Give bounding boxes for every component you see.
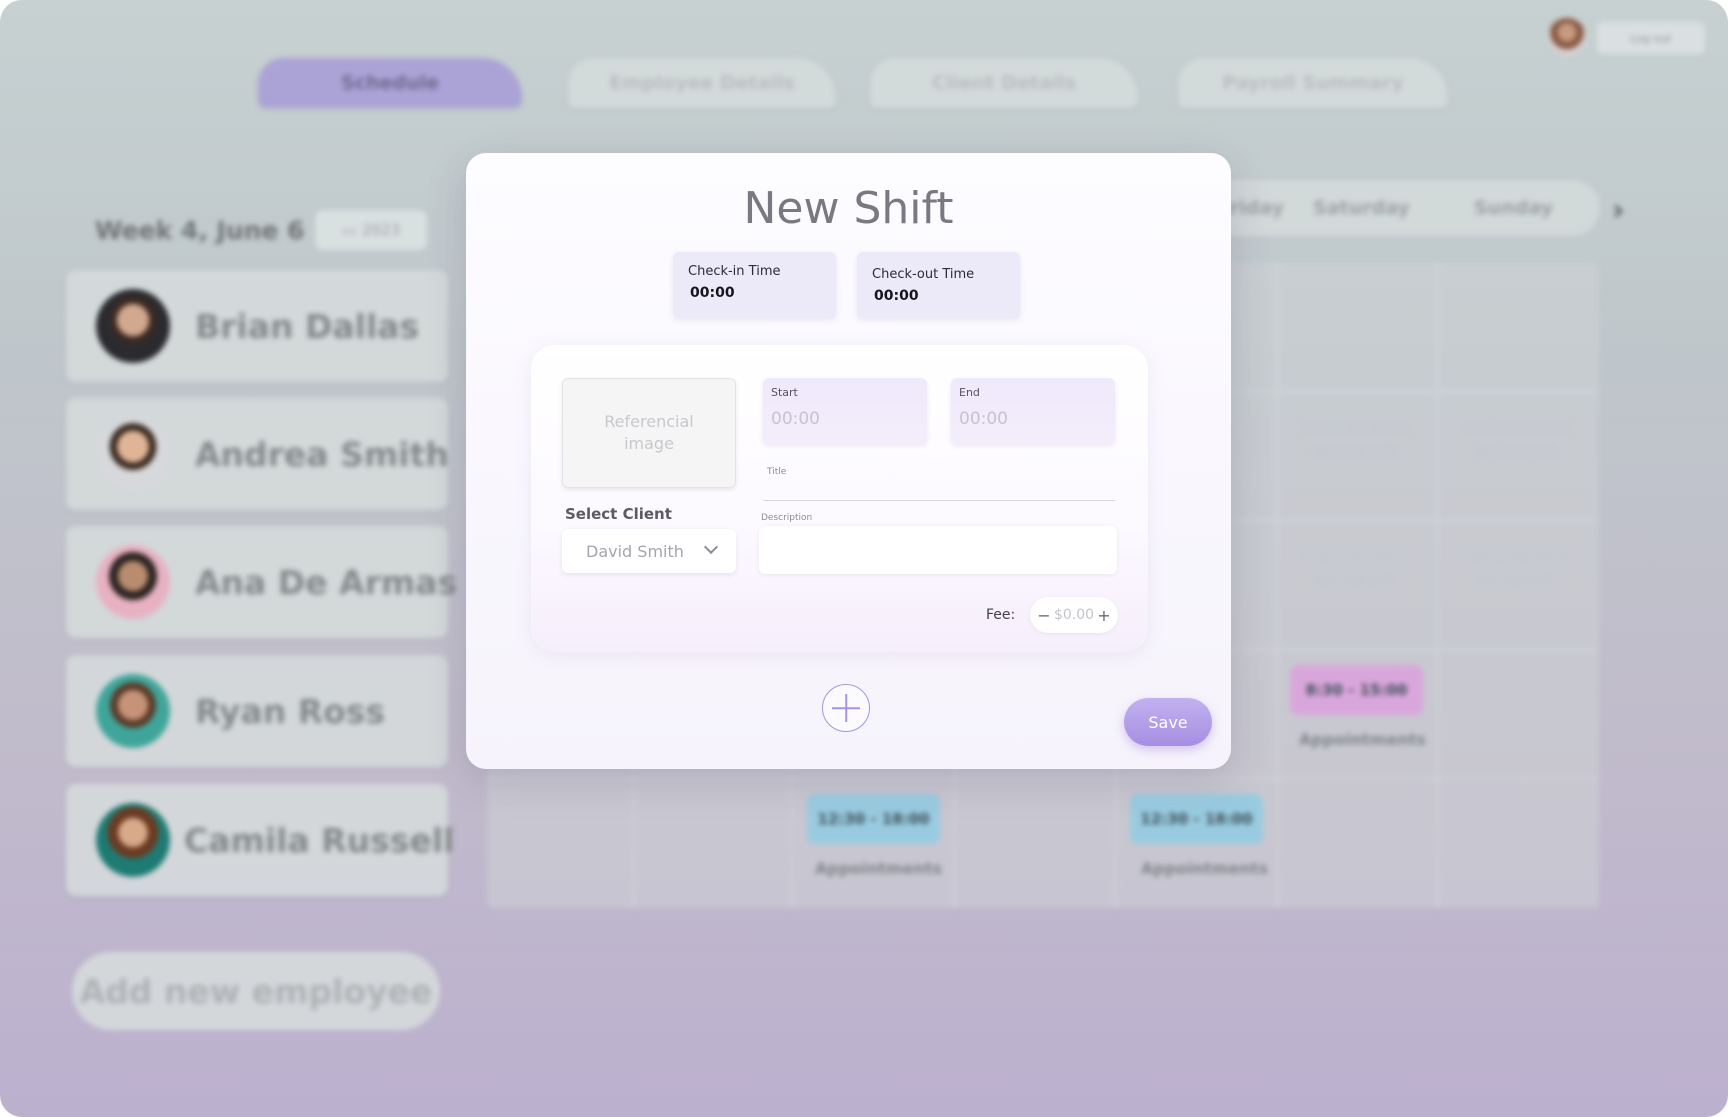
title-label: Title (767, 467, 787, 477)
employee-name: Ana De Armas (195, 562, 458, 602)
avatar (96, 417, 170, 491)
avatar (96, 674, 170, 748)
week-label: Week 4, June 6 (95, 216, 305, 245)
employee-card[interactable]: Andrea Smith (66, 398, 449, 510)
reference-image-upload[interactable]: Referencial image (562, 378, 736, 488)
shift-label: Appointments (1299, 730, 1426, 749)
year-value: 2023 (362, 221, 401, 239)
shift-block[interactable]: 8:30 - 15:00 (1290, 665, 1423, 715)
start-value: 00:00 (771, 409, 820, 429)
tab-employee-details[interactable]: Employee Details (568, 58, 836, 108)
grid-line (1437, 262, 1438, 908)
fee-stepper: − $0.00 + (1030, 597, 1118, 633)
description-label: Description (761, 513, 813, 523)
employee-card[interactable]: Camila Russell (66, 784, 454, 896)
avatar (96, 803, 170, 877)
fee-value[interactable]: $0.00 (1054, 607, 1094, 623)
check-out-label: Check-out Time (872, 267, 975, 282)
check-in-time-field[interactable]: Check-in Time 00:00 (673, 252, 836, 318)
avatar (96, 545, 170, 619)
employee-name: Andrea Smith (195, 434, 449, 474)
end-label: End (959, 386, 980, 399)
day-sunday: Sunday (1474, 197, 1553, 219)
start-time-field[interactable]: Start 00:00 (763, 378, 927, 444)
chevron-right-icon[interactable]: › (1612, 193, 1624, 228)
selected-client: David Smith (586, 541, 684, 561)
add-shift-icon[interactable] (822, 684, 870, 732)
plus-icon[interactable]: + (1096, 606, 1112, 625)
client-select[interactable]: David Smith (562, 529, 736, 573)
chevron-down-icon (703, 539, 719, 555)
tab-client-details[interactable]: Client Details (870, 58, 1138, 108)
new-shift-modal: New Shift Check-in Time 00:00 Check-out … (466, 153, 1231, 769)
cell-hint[interactable]: Click in the box to add new shift (1300, 546, 1410, 592)
check-in-label: Check-in Time (688, 264, 781, 279)
cell-hint[interactable]: Click in the box to add new shift (1462, 417, 1572, 463)
shift-entry-card: Referencial image Start 00:00 End 00:00 … (531, 345, 1148, 652)
check-in-value: 00:00 (690, 285, 735, 301)
start-label: Start (771, 386, 798, 399)
employee-name: Camila Russell (184, 820, 455, 860)
logout-button[interactable]: Log out (1597, 22, 1705, 54)
grid-line (487, 778, 1599, 779)
shift-block[interactable]: 12:30 - 18:00 (1130, 794, 1263, 844)
title-field[interactable]: Title (763, 467, 1115, 501)
avatar (96, 289, 170, 363)
save-button[interactable]: Save (1124, 698, 1212, 746)
end-value: 00:00 (959, 409, 1008, 429)
shift-label: Appointments (815, 859, 942, 878)
check-out-time-field[interactable]: Check-out Time 00:00 (857, 252, 1020, 318)
employee-name: Ryan Ross (195, 691, 386, 731)
grid-line (1277, 262, 1278, 908)
minus-icon[interactable]: − (1036, 606, 1052, 625)
shift-block[interactable]: 12:30 - 18:00 (807, 794, 940, 844)
shift-label: Appointments (1141, 859, 1268, 878)
modal-title: New Shift (743, 183, 954, 234)
user-avatar[interactable] (1548, 18, 1586, 56)
tab-payroll-summary[interactable]: Payroll Summary (1178, 58, 1448, 108)
fee-label: Fee: (986, 607, 1016, 623)
app-window: Schedule Employee Details Client Details… (0, 0, 1728, 1117)
check-out-value: 00:00 (874, 288, 919, 304)
calendar-icon: ▭ (341, 221, 356, 239)
select-client-label: Select Client (565, 505, 672, 523)
day-saturday: Saturday (1313, 197, 1410, 219)
add-employee-button[interactable]: Add new employee (72, 952, 440, 1030)
end-time-field[interactable]: End 00:00 (951, 378, 1115, 444)
employee-card[interactable]: Ryan Ross (66, 655, 448, 767)
employee-card[interactable]: Brian Dallas (66, 270, 448, 382)
employee-name: Brian Dallas (195, 306, 420, 346)
cell-hint[interactable]: Click in the box to add new shift (1300, 417, 1410, 463)
employee-card[interactable]: Ana De Armas (66, 526, 457, 638)
description-field[interactable] (759, 526, 1117, 574)
tab-schedule[interactable]: Schedule (258, 58, 522, 108)
cell-hint[interactable]: Click in the box to add new shift (1462, 546, 1572, 592)
year-picker[interactable]: ▭ 2023 (315, 210, 427, 250)
